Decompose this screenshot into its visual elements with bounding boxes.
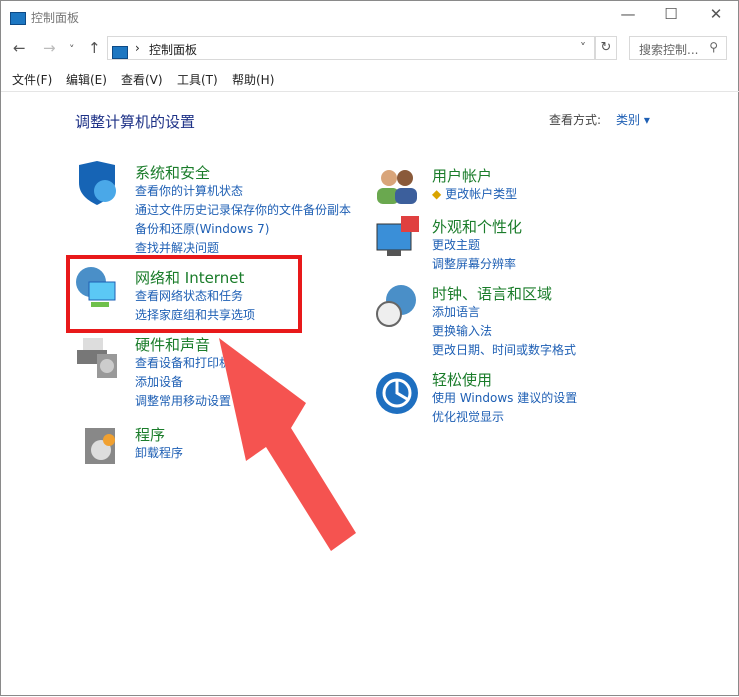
arrow-shape (219, 338, 356, 551)
red-arrow-annotation (219, 338, 356, 551)
